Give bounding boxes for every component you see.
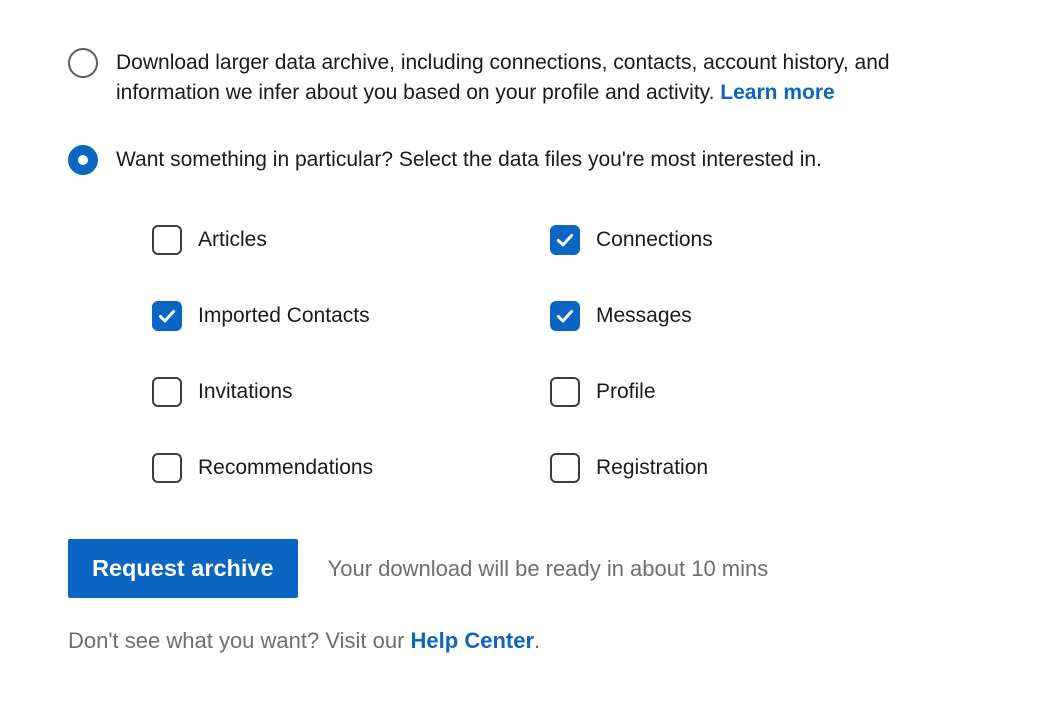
checkbox-profile[interactable]: Profile (550, 377, 908, 407)
checkbox-checked-icon (550, 225, 580, 255)
checkbox-checked-icon (550, 301, 580, 331)
checkbox-label: Invitations (198, 380, 293, 404)
checkbox-unchecked-icon (152, 225, 182, 255)
checkbox-unchecked-icon (550, 377, 580, 407)
help-suffix: . (534, 628, 540, 653)
checkbox-registration[interactable]: Registration (550, 453, 908, 483)
checkbox-grid: Articles Connections Imported Contacts Mess… (68, 225, 908, 483)
learn-more-link[interactable]: Learn more (720, 81, 834, 104)
checkbox-label: Messages (596, 304, 692, 328)
checkbox-connections[interactable]: Connections (550, 225, 908, 255)
checkbox-label: Profile (596, 380, 656, 404)
checkbox-label: Recommendations (198, 456, 373, 480)
help-prefix: Don't see what you want? Visit our (68, 628, 411, 653)
checkbox-label: Registration (596, 456, 708, 480)
radio-particular-label: Want something in particular? Select the… (116, 145, 822, 175)
radio-full-archive-label: Download larger data archive, including … (116, 48, 980, 109)
checkbox-unchecked-icon (152, 377, 182, 407)
radio-icon-selected (68, 145, 98, 175)
download-ready-text: Your download will be ready in about 10 … (328, 556, 769, 582)
help-center-link[interactable]: Help Center (411, 628, 534, 653)
checkbox-checked-icon (152, 301, 182, 331)
action-row: Request archive Your download will be re… (68, 539, 980, 598)
checkbox-label: Connections (596, 228, 713, 252)
checkbox-label: Articles (198, 228, 267, 252)
radio-icon (68, 48, 98, 78)
checkbox-unchecked-icon (550, 453, 580, 483)
checkbox-invitations[interactable]: Invitations (152, 377, 510, 407)
checkbox-imported-contacts[interactable]: Imported Contacts (152, 301, 510, 331)
help-text: Don't see what you want? Visit our Help … (68, 628, 980, 654)
request-archive-button[interactable]: Request archive (68, 539, 298, 598)
checkbox-recommendations[interactable]: Recommendations (152, 453, 510, 483)
checkbox-messages[interactable]: Messages (550, 301, 908, 331)
radio-full-archive[interactable]: Download larger data archive, including … (68, 48, 980, 109)
radio-particular[interactable]: Want something in particular? Select the… (68, 145, 980, 175)
checkbox-label: Imported Contacts (198, 304, 370, 328)
checkbox-articles[interactable]: Articles (152, 225, 510, 255)
checkbox-unchecked-icon (152, 453, 182, 483)
